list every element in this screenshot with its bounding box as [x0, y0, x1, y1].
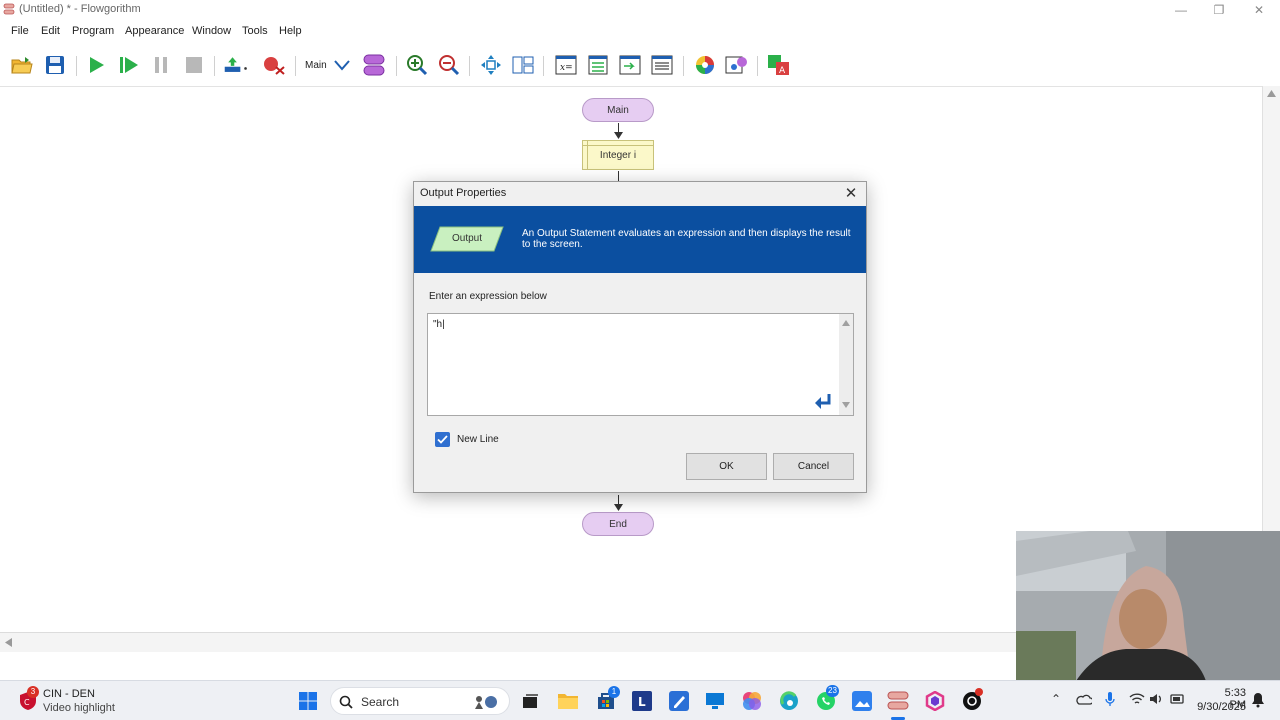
menu-file[interactable]: File: [11, 25, 29, 37]
function-dropdown-icon[interactable]: [329, 52, 355, 78]
breakpoint-icon[interactable]: [261, 52, 287, 78]
center-icon[interactable]: [478, 52, 504, 78]
menu-program[interactable]: Program: [72, 25, 114, 37]
expression-scrollbar[interactable]: [839, 314, 853, 415]
zoom-out-icon[interactable]: [436, 52, 462, 78]
close-window-button[interactable]: ✕: [1240, 0, 1278, 20]
settings-icon[interactable]: [724, 52, 750, 78]
run-icon[interactable]: [83, 52, 109, 78]
pen-app-icon[interactable]: [667, 689, 691, 713]
file-explorer-icon[interactable]: [556, 689, 580, 713]
expression-label: Enter an expression below: [429, 291, 547, 302]
weather-badge: 3: [27, 686, 39, 698]
notification-bell-icon[interactable]: [1251, 692, 1265, 708]
restore-button[interactable]: ❐: [1200, 0, 1238, 20]
output-properties-dialog: Output Properties ✕ Output An Output Sta…: [413, 181, 867, 493]
menu-tools[interactable]: Tools: [242, 25, 268, 37]
save-icon[interactable]: [42, 52, 68, 78]
microphone-icon[interactable]: [1104, 691, 1116, 707]
whatsapp-badge: 23: [826, 685, 839, 697]
search-icon: [339, 695, 353, 709]
webcam-video-image: [1016, 531, 1280, 681]
connector-arrow: [614, 504, 623, 511]
enter-key-icon[interactable]: [814, 392, 834, 410]
expression-input[interactable]: "h|: [427, 313, 854, 416]
banner-description: An Output Statement evaluates an express…: [522, 228, 851, 250]
flowgorithm-taskbar-icon[interactable]: [886, 689, 910, 713]
search-highlight-icon: [475, 696, 497, 709]
monitor-app-icon[interactable]: [703, 689, 727, 713]
svg-text:C: C: [24, 698, 30, 707]
menu-help[interactable]: Help: [279, 25, 302, 37]
close-icon: ✕: [844, 185, 858, 202]
open-icon[interactable]: [9, 52, 35, 78]
edge-browser-icon[interactable]: [777, 689, 801, 713]
svg-text:x=: x=: [560, 63, 573, 73]
store-badge: 1: [608, 686, 620, 698]
manage-functions-icon[interactable]: [361, 52, 387, 78]
layout-icon[interactable]: [510, 52, 536, 78]
dialog-banner: Output An Output Statement evaluates an …: [414, 206, 866, 273]
pause-icon[interactable]: [148, 52, 174, 78]
output-window-icon[interactable]: [617, 52, 643, 78]
stop-icon[interactable]: [181, 52, 207, 78]
hex-app-icon[interactable]: [923, 689, 947, 713]
photos-app-icon[interactable]: [850, 689, 874, 713]
scroll-up-icon[interactable]: [1267, 90, 1276, 97]
windows-start-icon[interactable]: [296, 689, 320, 713]
volume-icon[interactable]: [1149, 692, 1165, 706]
scroll-up-icon[interactable]: [842, 320, 850, 326]
dialog-title: Output Properties: [420, 187, 507, 199]
flowgorithm-app-icon: [3, 3, 15, 15]
flowchart-start-node[interactable]: Main: [582, 98, 654, 122]
notification-dot: [975, 688, 983, 696]
step-icon[interactable]: [223, 52, 249, 78]
cancel-button[interactable]: Cancel: [773, 453, 854, 480]
task-view-icon[interactable]: [518, 689, 542, 713]
menu-bar: File Edit Program Appearance Window Tool…: [0, 22, 1280, 42]
new-line-label[interactable]: New Line: [457, 434, 499, 445]
function-selector[interactable]: Main: [305, 60, 327, 71]
new-line-checkbox[interactable]: [435, 432, 450, 447]
clock-date[interactable]: 9/30/2025: [1196, 701, 1246, 713]
minimize-button[interactable]: —: [1162, 0, 1200, 20]
flowchart-end-node[interactable]: End: [582, 512, 654, 536]
console-icon[interactable]: [585, 52, 611, 78]
window-title: (Untitled) * - Flowgorithm: [19, 3, 141, 15]
color-scheme-icon[interactable]: [692, 52, 718, 78]
webcam-overlay: [1016, 531, 1280, 681]
menu-edit[interactable]: Edit: [41, 25, 60, 37]
expression-text[interactable]: "h|: [433, 319, 445, 330]
step-run-icon[interactable]: [116, 52, 142, 78]
menu-window[interactable]: Window: [192, 25, 231, 37]
taskbar: C 3 CIN - DEN Video highlight Search 1 L…: [0, 680, 1280, 720]
checkmark-icon: [437, 435, 448, 444]
scroll-down-icon[interactable]: [842, 402, 850, 408]
wifi-icon[interactable]: [1129, 692, 1145, 706]
l-app-icon[interactable]: L: [630, 689, 654, 713]
translate-icon[interactable]: A: [766, 52, 792, 78]
variable-watch-icon[interactable]: x=: [553, 52, 579, 78]
widget-subtitle[interactable]: Video highlight: [43, 702, 115, 714]
onedrive-icon[interactable]: [1076, 693, 1092, 705]
copilot-icon[interactable]: [740, 689, 764, 713]
connector-arrow: [614, 132, 623, 139]
flowchart-declare-node[interactable]: Integer i: [582, 140, 654, 170]
dialog-close-button[interactable]: ✕: [842, 184, 860, 202]
toolbar: Main x= A: [0, 48, 1280, 84]
ok-button[interactable]: OK: [686, 453, 767, 480]
svg-text:L: L: [638, 695, 646, 709]
svg-text:A: A: [779, 66, 786, 76]
battery-icon[interactable]: [1170, 692, 1186, 706]
scroll-left-icon[interactable]: [5, 638, 12, 647]
tray-chevron-icon[interactable]: ⌃: [1051, 692, 1061, 706]
source-view-icon[interactable]: [649, 52, 675, 78]
zoom-in-icon[interactable]: [404, 52, 430, 78]
title-bar: (Untitled) * - Flowgorithm — ❐ ✕: [0, 0, 1280, 20]
search-placeholder: Search: [361, 695, 400, 709]
taskbar-search[interactable]: Search: [330, 687, 510, 715]
widget-title[interactable]: CIN - DEN: [43, 688, 95, 700]
menu-appearance[interactable]: Appearance: [125, 25, 184, 37]
banner-shape-label: Output: [451, 233, 483, 244]
